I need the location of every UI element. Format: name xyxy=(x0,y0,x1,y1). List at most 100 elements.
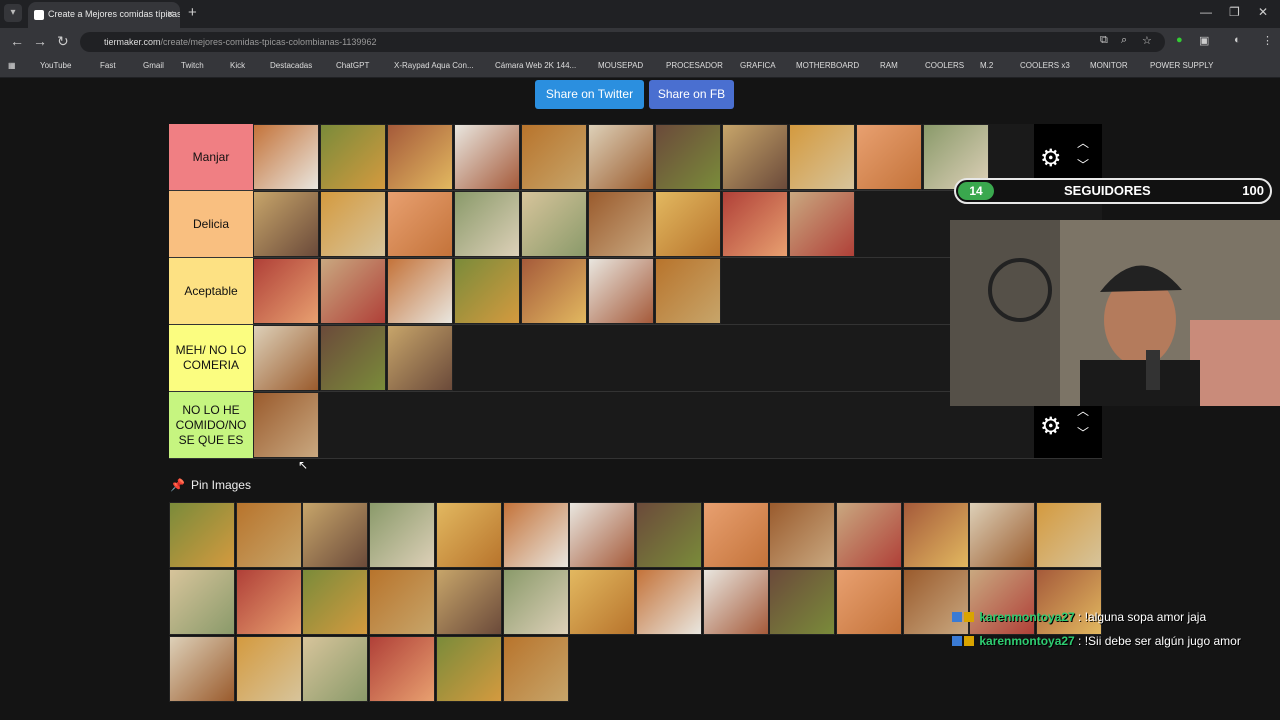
chevron-down-icon[interactable]: ﹀ xyxy=(1077,156,1089,173)
food-image[interactable] xyxy=(320,325,386,391)
food-image[interactable] xyxy=(253,124,319,190)
bookmark-item[interactable]: X-Raypad Aqua Con... xyxy=(394,61,474,70)
new-tab-button[interactable]: + xyxy=(188,4,197,21)
bookmark-item[interactable]: MOTHERBOARD xyxy=(796,61,859,70)
pool-food-image[interactable] xyxy=(302,502,369,568)
forward-icon[interactable]: → xyxy=(33,33,47,49)
gear-icon[interactable]: ⚙ xyxy=(1040,412,1062,441)
close-tab-icon[interactable]: × xyxy=(167,7,174,21)
food-image[interactable] xyxy=(253,325,319,391)
pool-food-image[interactable] xyxy=(569,502,636,568)
share-fb-button[interactable]: Share on FB xyxy=(649,80,734,109)
bookmark-item[interactable]: Kick xyxy=(230,61,245,70)
bookmark-item[interactable]: ChatGPT xyxy=(336,61,369,70)
pool-food-image[interactable] xyxy=(769,502,836,568)
food-image[interactable] xyxy=(387,325,453,391)
tier-label[interactable]: Delicia xyxy=(169,191,253,257)
pool-food-image[interactable] xyxy=(1036,502,1103,568)
profile-icon[interactable]: ◐ xyxy=(1234,34,1241,46)
pool-food-image[interactable] xyxy=(235,502,302,568)
chevron-down-icon[interactable]: ﹀ xyxy=(1077,424,1089,441)
share-twitter-button[interactable]: Share on Twitter xyxy=(535,80,644,109)
food-image[interactable] xyxy=(521,191,587,257)
food-image[interactable] xyxy=(789,191,855,257)
browser-tab[interactable]: Create a Mejores comidas típicas... × xyxy=(28,2,180,28)
bookmark-item[interactable]: COOLERS x3 xyxy=(1020,61,1070,70)
chevron-up-icon[interactable]: ︿ xyxy=(1077,134,1089,151)
menu-kebab-icon[interactable]: ⋮ xyxy=(1262,34,1273,47)
food-image[interactable] xyxy=(320,258,386,324)
pool-food-image[interactable] xyxy=(369,569,436,635)
minimize-icon[interactable]: — xyxy=(1200,5,1212,19)
pool-food-image[interactable] xyxy=(635,569,702,635)
food-image[interactable] xyxy=(789,124,855,190)
reload-icon[interactable]: ↻ xyxy=(57,33,69,50)
pool-food-image[interactable] xyxy=(702,502,769,568)
extension-icon[interactable]: ● xyxy=(1176,34,1183,46)
gear-icon[interactable]: ⚙ xyxy=(1040,144,1062,173)
bookmark-item[interactable]: MONITOR xyxy=(1090,61,1128,70)
pool-food-image[interactable] xyxy=(435,569,502,635)
food-image[interactable] xyxy=(655,191,721,257)
food-image[interactable] xyxy=(655,258,721,324)
maximize-icon[interactable]: ❐ xyxy=(1229,5,1240,19)
bookmark-item[interactable]: YouTube xyxy=(40,61,71,70)
bookmark-item[interactable]: Gmail xyxy=(143,61,164,70)
pool-food-image[interactable] xyxy=(635,502,702,568)
pool-food-image[interactable] xyxy=(902,569,969,635)
bookmark-item[interactable]: GRAFICA xyxy=(740,61,776,70)
pool-food-image[interactable] xyxy=(569,569,636,635)
pool-food-image[interactable] xyxy=(435,636,502,702)
food-image[interactable] xyxy=(253,392,319,458)
pool-food-image[interactable] xyxy=(502,636,569,702)
close-window-icon[interactable]: ✕ xyxy=(1258,5,1268,19)
food-image[interactable] xyxy=(722,124,788,190)
pool-food-image[interactable] xyxy=(502,569,569,635)
tier-label[interactable]: Aceptable xyxy=(169,258,253,324)
tier-label[interactable]: MEH/ NO LO COMERIA xyxy=(169,325,253,391)
bookmark-item[interactable]: MOUSEPAD xyxy=(598,61,643,70)
tier-label[interactable]: NO LO HE COMIDO/NO SE QUE ES xyxy=(169,392,253,458)
food-image[interactable] xyxy=(320,124,386,190)
tier-label[interactable]: Manjar xyxy=(169,124,253,190)
tab-search-button[interactable]: ▾ xyxy=(4,4,22,22)
food-image[interactable] xyxy=(588,258,654,324)
bookmark-item[interactable]: Twitch xyxy=(181,61,204,70)
food-image[interactable] xyxy=(387,258,453,324)
food-image[interactable] xyxy=(655,124,721,190)
bookmark-item[interactable]: PROCESADOR xyxy=(666,61,723,70)
bookmark-item[interactable]: RAM xyxy=(880,61,898,70)
food-image[interactable] xyxy=(722,191,788,257)
bookmark-item[interactable]: COOLERS xyxy=(925,61,964,70)
food-image[interactable] xyxy=(454,191,520,257)
food-image[interactable] xyxy=(387,124,453,190)
pool-food-image[interactable] xyxy=(902,502,969,568)
pool-food-image[interactable] xyxy=(169,569,235,635)
pool-food-image[interactable] xyxy=(369,636,436,702)
food-image[interactable] xyxy=(253,258,319,324)
pool-food-image[interactable] xyxy=(969,502,1036,568)
translate-icon[interactable]: ⧉ xyxy=(1100,34,1108,47)
food-image[interactable] xyxy=(253,191,319,257)
apps-grid-icon[interactable]: ▦ xyxy=(8,61,16,70)
food-image[interactable] xyxy=(387,191,453,257)
pool-food-image[interactable] xyxy=(769,569,836,635)
back-icon[interactable]: ← xyxy=(10,33,24,49)
pool-food-image[interactable] xyxy=(369,502,436,568)
pool-food-image[interactable] xyxy=(302,636,369,702)
address-bar[interactable]: tiermaker.com/create/mejores-comidas-tpi… xyxy=(80,32,1165,52)
food-image[interactable] xyxy=(588,124,654,190)
bookmark-item[interactable]: Fast xyxy=(100,61,116,70)
pool-food-image[interactable] xyxy=(169,502,235,568)
pool-food-image[interactable] xyxy=(836,502,902,568)
food-image[interactable] xyxy=(521,258,587,324)
pool-food-image[interactable] xyxy=(235,636,302,702)
food-image[interactable] xyxy=(856,124,922,190)
bookmark-item[interactable]: Destacadas xyxy=(270,61,312,70)
food-image[interactable] xyxy=(320,191,386,257)
pool-food-image[interactable] xyxy=(235,569,302,635)
bookmark-star-icon[interactable]: ☆ xyxy=(1142,34,1152,47)
bookmark-item[interactable]: M.2 xyxy=(980,61,993,70)
food-image[interactable] xyxy=(588,191,654,257)
pool-food-image[interactable] xyxy=(502,502,569,568)
